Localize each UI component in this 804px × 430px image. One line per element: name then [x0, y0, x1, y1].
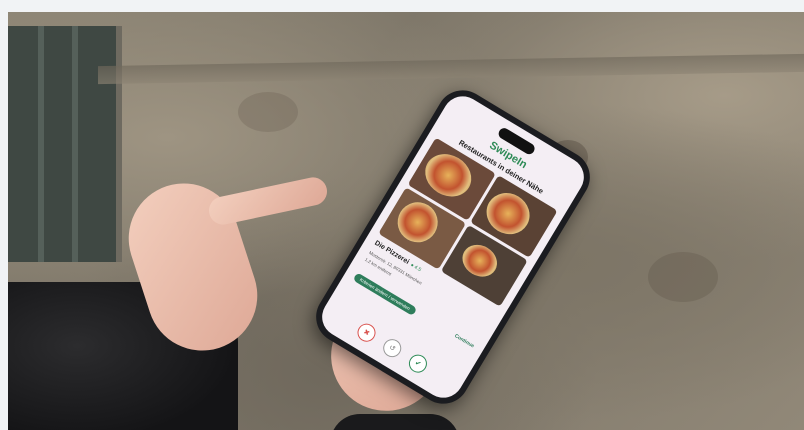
like-button[interactable]: ✔: [405, 351, 431, 376]
thumbs-down-icon: ✖: [362, 328, 371, 338]
dislike-button[interactable]: ✖: [354, 320, 379, 346]
window-bar: [38, 26, 44, 262]
left-index-finger: [206, 174, 330, 228]
photo-background: SwipeIn Restaurants in deiner Nähe Die P…: [8, 12, 804, 430]
pizza-image: [417, 145, 480, 205]
pizza-image: [390, 194, 446, 250]
wall-stain: [648, 252, 718, 302]
pizza-image: [456, 237, 503, 283]
right-sleeve: [330, 414, 460, 430]
filter-button[interactable]: Kriterien ändern / verwenden: [352, 272, 418, 316]
pizza-image: [478, 184, 537, 242]
window-bar: [72, 26, 78, 262]
window-frame: [8, 26, 122, 262]
continue-link[interactable]: Continue: [453, 333, 475, 349]
undo-icon: ↺: [387, 343, 397, 353]
thumbs-up-icon: ✔: [413, 359, 423, 369]
wall-stain: [238, 92, 298, 132]
wall-ledge: [98, 53, 804, 85]
undo-button[interactable]: ↺: [379, 335, 405, 361]
restaurant-rating: ● 4.5: [409, 262, 423, 274]
